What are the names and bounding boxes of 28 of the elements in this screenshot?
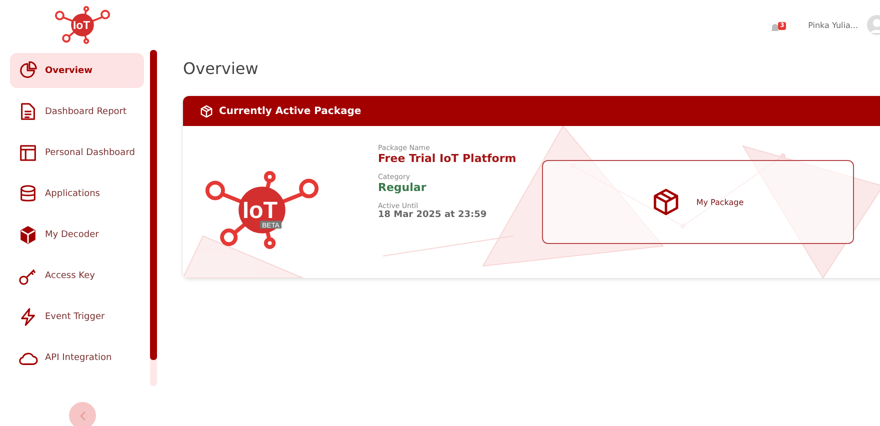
sidebar-item[interactable]: My Decoder [10,217,144,252]
user-name[interactable]: Pinka Yulia... [808,20,858,30]
db-icon [18,184,38,204]
scrollbar[interactable] [150,50,157,386]
pie-icon [18,60,38,80]
sidebar-item[interactable]: Dashboard Report [10,94,144,129]
sidebar-item[interactable]: Access Key [10,258,144,293]
sidebar-item[interactable]: Overview [10,53,144,88]
field-value: Regular [378,181,428,194]
bolt-icon [18,306,38,326]
app-logo: IoT [54,6,111,44]
page-title: Overview [183,59,260,80]
box-icon [652,188,680,216]
bell-icon [770,22,780,33]
cube-icon [18,224,38,244]
card-title: Currently Active Package [219,106,362,116]
my-package-button[interactable]: My Package [542,160,854,244]
sidebar-item[interactable]: Personal Dashboard [10,135,144,170]
sidebar-item[interactable]: Event Trigger [10,299,144,334]
collapse-button[interactable] [69,402,96,426]
sidebar-item[interactable]: Applications [10,176,144,211]
layout-icon [18,142,38,162]
chevron-left-icon [78,410,86,420]
box-icon [200,104,213,118]
doc-icon [18,102,38,122]
sidebar-item[interactable]: API Integration [10,340,144,375]
field-value: 18 Mar 2025 at 23:59 [378,210,488,220]
field-value: Free Trial IoT Platform [378,152,518,165]
